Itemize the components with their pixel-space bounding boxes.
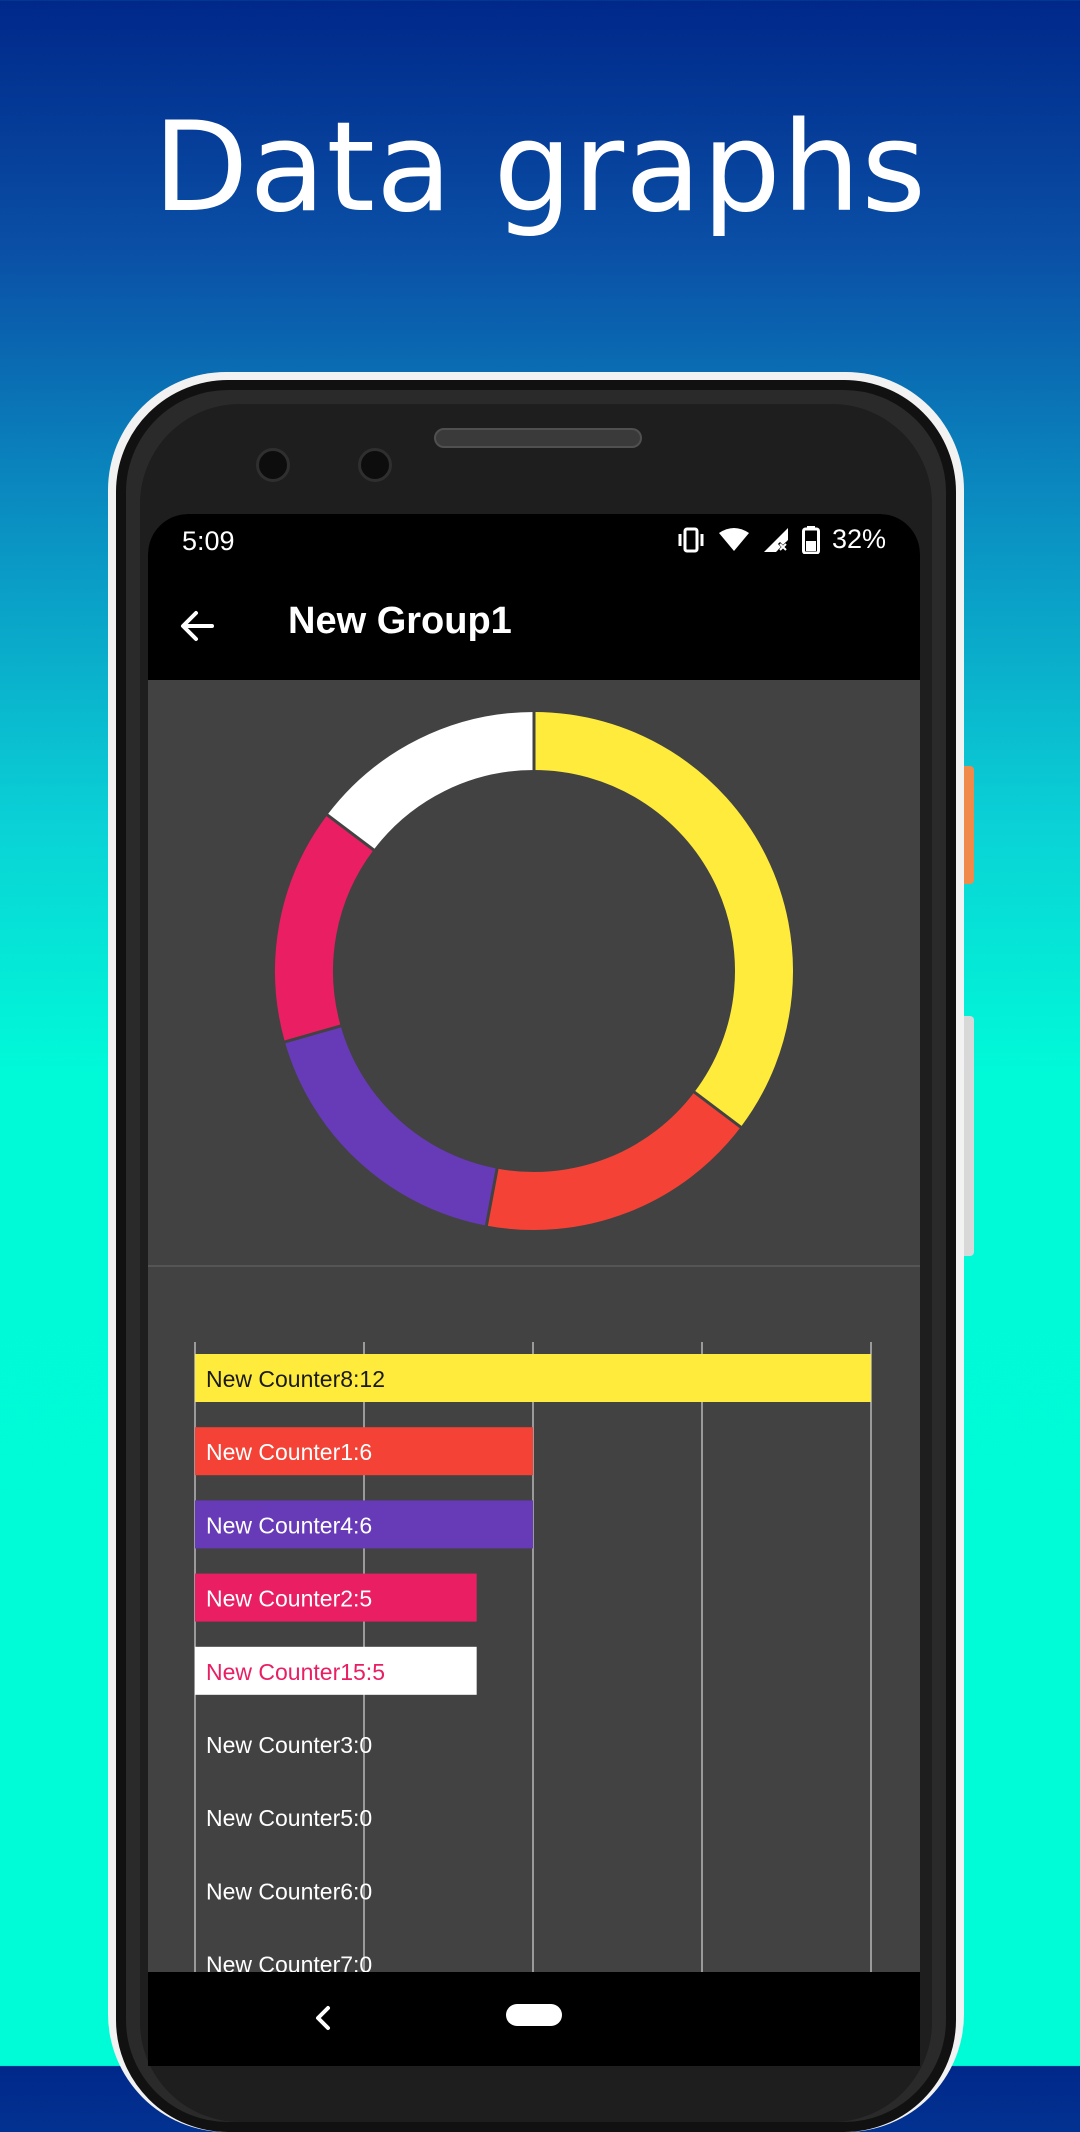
- vibrate-icon: [678, 527, 704, 552]
- power-button: [964, 766, 974, 884]
- promo-headline: Data graphs: [152, 96, 928, 240]
- donut-chart: [275, 711, 793, 1230]
- donut-slice-new-counter1: [486, 1091, 741, 1230]
- bar-label: New Counter6:0: [206, 1878, 372, 1904]
- donut-slice-new-counter4: [284, 1025, 498, 1226]
- app-screen: 5:09 32% New Group1 New Counter8:12 New …: [148, 514, 920, 2066]
- bar-label: New Counter15:5: [206, 1659, 385, 1685]
- status-bar: 5:09 32%: [148, 514, 920, 570]
- page-title: New Group1: [288, 600, 512, 642]
- nav-home-button[interactable]: [506, 2004, 562, 2026]
- bar-label: New Counter1:6: [206, 1439, 372, 1465]
- status-time: 5:09: [182, 526, 235, 556]
- arrow-left-icon[interactable]: [172, 600, 224, 652]
- phone-speaker: [434, 428, 642, 448]
- donut-slice-new-counter8: [533, 712, 793, 1128]
- wifi-icon: [718, 527, 749, 551]
- battery-icon: [801, 525, 820, 554]
- donut-slice-new-counter15: [327, 712, 535, 851]
- bar-label: New Counter3:0: [206, 1732, 372, 1758]
- bar-chart: New Counter8:12 New Counter1:6 New Counter…: [194, 1342, 872, 2066]
- system-nav-bar: [148, 1972, 920, 2066]
- bar-label: New Counter2:5: [206, 1586, 372, 1612]
- donut-slice-new-counter2: [275, 814, 374, 1042]
- front-camera: [256, 448, 290, 482]
- app-bar: New Group1: [148, 570, 920, 680]
- volume-button: [964, 1016, 974, 1256]
- bar-label: New Counter4:6: [206, 1512, 372, 1538]
- bar-label: New Counter5:0: [206, 1805, 372, 1831]
- front-sensor: [358, 448, 392, 482]
- nav-back-icon[interactable]: [304, 1998, 344, 2038]
- battery-percent: 32%: [831, 524, 886, 554]
- bar-label: New Counter8:12: [206, 1366, 385, 1392]
- signal-off-icon: [763, 527, 789, 552]
